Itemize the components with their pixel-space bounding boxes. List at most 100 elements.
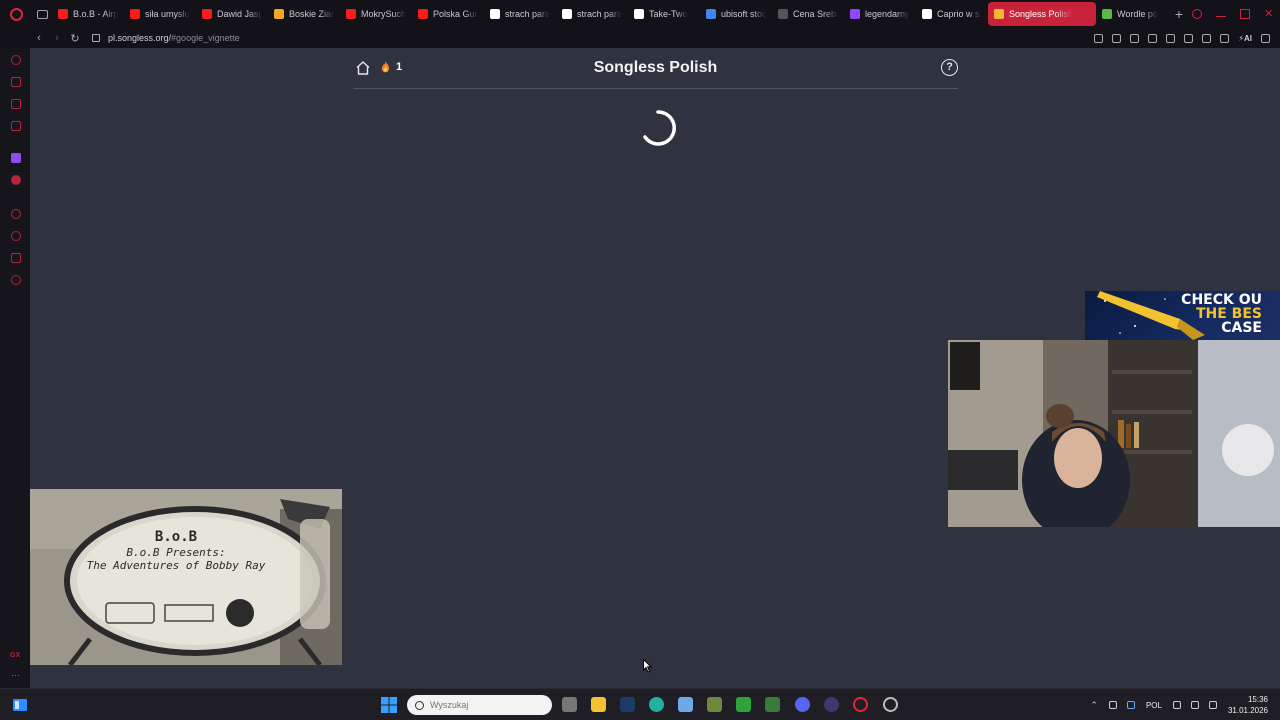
- tab-item[interactable]: ubisoft stoc: [700, 2, 772, 26]
- webcam-overlay: [948, 340, 1280, 527]
- tab-label: Wordle po: [1117, 9, 1158, 19]
- tab-favicon-icon: [922, 9, 932, 19]
- opera-gx-taskbar-icon[interactable]: [853, 697, 868, 712]
- menu-icon[interactable]: [1261, 33, 1270, 43]
- pin-icon[interactable]: [1094, 33, 1104, 43]
- help-button[interactable]: ?: [941, 59, 958, 76]
- edge-icon[interactable]: [649, 697, 664, 712]
- tab-item[interactable]: Boskie Ziar: [268, 2, 340, 26]
- shield-icon[interactable]: [1130, 33, 1140, 43]
- youtube-icon[interactable]: [11, 175, 21, 185]
- twitch-icon[interactable]: [11, 153, 21, 163]
- new-tab-button[interactable]: +: [1168, 6, 1190, 22]
- search-input[interactable]: [430, 700, 540, 710]
- heart-icon[interactable]: [1166, 33, 1176, 43]
- album-cover-overlay: B.o.B B.o.B Presents: The Adventures of …: [30, 489, 342, 665]
- tab-strip: B.o.B - Airp siła umysłu Dawid Jasp Boskie …: [52, 0, 988, 28]
- close-button[interactable]: ✕: [1264, 9, 1274, 20]
- extensions-icon[interactable]: [1184, 33, 1194, 43]
- tab-favicon-icon: [130, 9, 140, 19]
- tab-item[interactable]: Cena Srebr: [772, 2, 844, 26]
- discord-icon[interactable]: [795, 697, 810, 712]
- tab-label: Take-Two: [649, 9, 688, 19]
- tab-favicon-icon: [706, 9, 716, 19]
- music-player-icon[interactable]: [11, 121, 21, 131]
- tab-favicon-icon: [346, 9, 356, 19]
- extensions-sidebar-icon[interactable]: [11, 253, 21, 263]
- tab-item[interactable]: B.o.B - Airp: [52, 2, 124, 26]
- tab-favicon-icon: [562, 9, 572, 19]
- tab-item[interactable]: MokrySuch: [340, 2, 412, 26]
- taskbar-search[interactable]: [407, 695, 552, 715]
- tab-label: Polska Gur: [433, 9, 478, 19]
- tab-item[interactable]: Caprio w sz: [916, 2, 988, 26]
- tab-item[interactable]: strach para: [556, 2, 628, 26]
- messenger-icon[interactable]: [11, 99, 21, 109]
- url-path: #google_vignette: [171, 33, 240, 43]
- settings-icon[interactable]: [11, 275, 21, 285]
- desktop-icon[interactable]: [12, 698, 28, 712]
- sync-app-icon[interactable]: [883, 697, 898, 712]
- app-tray-icon[interactable]: [1108, 701, 1117, 709]
- photos-icon[interactable]: [678, 697, 693, 712]
- tab-item[interactable]: siła umysłu: [124, 2, 196, 26]
- ai-button[interactable]: ⚡AI: [1238, 34, 1252, 43]
- restore-button[interactable]: [1240, 9, 1250, 19]
- minimize-button[interactable]: [1216, 11, 1226, 17]
- microphone-icon[interactable]: [1126, 701, 1135, 709]
- task-view-icon[interactable]: [562, 697, 577, 712]
- battery-icon[interactable]: [1208, 701, 1217, 709]
- search-tabs-icon[interactable]: [1192, 9, 1202, 19]
- webcam-feed-image: [948, 340, 1280, 527]
- minecraft-icon[interactable]: [707, 697, 722, 712]
- album-title-line1: B.o.B Presents:: [126, 546, 226, 559]
- profile-icon[interactable]: [1202, 33, 1212, 43]
- clock[interactable]: 15:36 31.01.2026: [1228, 694, 1268, 716]
- gx-corner-icon[interactable]: [11, 77, 21, 87]
- tab-label: B.o.B - Airp: [73, 9, 118, 19]
- wordle-favicon-icon: [1102, 9, 1112, 19]
- tab-item[interactable]: Take-Two: [628, 2, 700, 26]
- tab-item[interactable]: legendarny: [844, 2, 916, 26]
- tab-item[interactable]: strach para: [484, 2, 556, 26]
- windows-start-icon[interactable]: [381, 697, 397, 713]
- url-host: pl.songless.org/: [108, 33, 172, 43]
- mouse-cursor-icon: [643, 659, 652, 673]
- gx-icon[interactable]: GX: [10, 652, 20, 659]
- tab-item[interactable]: Polska Gur: [412, 2, 484, 26]
- books-icon[interactable]: [765, 697, 780, 712]
- tab-wordle[interactable]: Wordle po: [1096, 2, 1168, 26]
- xbox-icon[interactable]: [736, 697, 751, 712]
- opera-logo-icon[interactable]: [0, 0, 32, 28]
- snapshot-icon[interactable]: [1112, 33, 1122, 43]
- file-explorer-icon[interactable]: [591, 697, 606, 712]
- lock-icon: [92, 34, 100, 42]
- language-indicator[interactable]: POL: [1146, 701, 1162, 710]
- pinboard-icon[interactable]: [11, 209, 21, 219]
- tab-item[interactable]: Dawid Jasp: [196, 2, 268, 26]
- download-icon[interactable]: [1220, 33, 1230, 43]
- play-icon[interactable]: [1148, 33, 1158, 43]
- network-icon[interactable]: [1172, 701, 1181, 709]
- tab-active[interactable]: Songless Polish: [988, 2, 1096, 26]
- workspaces-icon[interactable]: [32, 0, 52, 28]
- obs-icon[interactable]: [824, 697, 839, 712]
- more-icon[interactable]: ···: [11, 670, 20, 680]
- history-icon[interactable]: [11, 231, 21, 241]
- promo-text: CHECK OU THE BES CASE: [1181, 293, 1262, 335]
- address-bar: ‹ › ↻ pl.songless.org/#google_vignette ⚡…: [0, 28, 1280, 48]
- tab-favicon-icon: [490, 9, 500, 19]
- taskbar: ⌃ POL 15:36 31.01.2026: [0, 688, 1280, 720]
- steam-icon[interactable]: [620, 697, 635, 712]
- reload-button[interactable]: ↻: [66, 28, 84, 48]
- chevron-up-icon[interactable]: ⌃: [1090, 700, 1098, 711]
- url-field[interactable]: pl.songless.org/#google_vignette: [108, 33, 240, 43]
- tab-label: Caprio w sz: [937, 9, 982, 19]
- volume-icon[interactable]: [1190, 701, 1199, 709]
- clock-time: 15:36: [1247, 695, 1268, 704]
- forward-button[interactable]: ›: [48, 28, 66, 48]
- promo-line3: CASE: [1221, 320, 1262, 336]
- tab-favicon-icon: [202, 9, 212, 19]
- speed-dial-icon[interactable]: [11, 55, 21, 65]
- back-button[interactable]: ‹: [30, 28, 48, 48]
